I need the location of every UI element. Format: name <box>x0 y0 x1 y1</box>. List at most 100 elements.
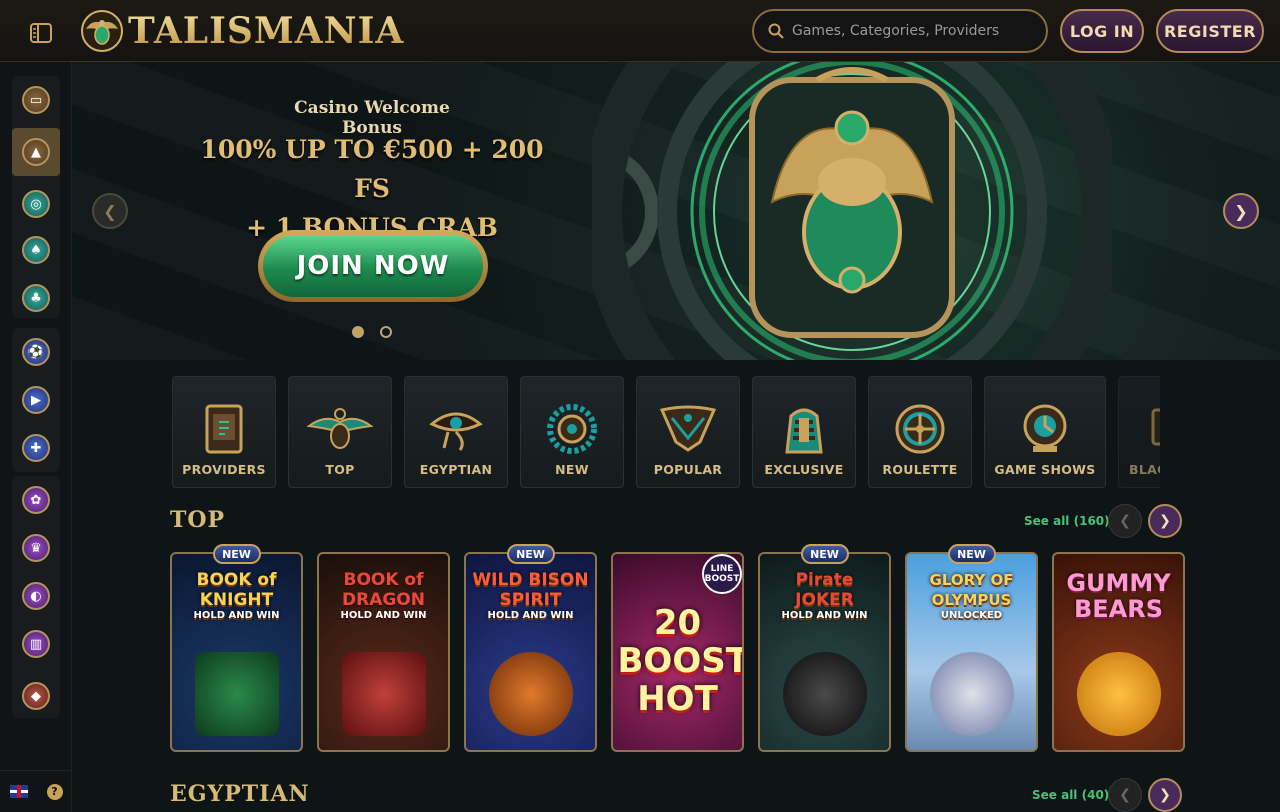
game-title: BOOK of KNIGHT HOLD AND WIN <box>193 570 280 621</box>
treasure-chest-icon: ▭ <box>22 86 50 114</box>
cards-icon <box>1151 408 1160 446</box>
hero-title-line1: 100% UP TO €500 + 200 FS <box>200 135 544 203</box>
pirate-icon <box>782 652 867 736</box>
category-exclusive[interactable]: EXCLUSIVE <box>752 376 856 488</box>
eye-of-horus-icon <box>429 412 483 451</box>
game-card-book-of-dragon[interactable]: BOOK of DRAGON HOLD AND WIN <box>317 552 450 752</box>
top-games-row: NEW BOOK of KNIGHT HOLD AND WIN BOOK of D… <box>170 544 1185 752</box>
game-title: GUMMY BEARS <box>1066 569 1171 623</box>
hero-prev-button[interactable]: ❮ <box>92 193 128 229</box>
horn-icon: ◐ <box>22 582 50 610</box>
register-button[interactable]: REGISTER <box>1156 9 1264 53</box>
section-title-egyptian: EGYPTIAN <box>170 781 310 807</box>
play-icon: ▶ <box>22 386 50 414</box>
uk-flag-icon[interactable] <box>9 785 28 798</box>
sidebar-item-casino[interactable]: ▲ <box>12 128 60 176</box>
game-title: 20 BOOST HOT <box>617 603 744 719</box>
scarab-logo-icon <box>81 10 123 52</box>
chevron-right-icon: ❯ <box>1234 201 1248 221</box>
football-icon: ⚽ <box>22 338 50 366</box>
search-input[interactable] <box>792 23 1032 39</box>
new-badge: NEW <box>212 544 261 564</box>
zeus-icon <box>929 652 1014 736</box>
game-card-book-of-knight[interactable]: BOOK of KNIGHT HOLD AND WIN <box>170 552 303 752</box>
game-card-20-boost-hot[interactable]: LINE BOOST 20 BOOST HOT <box>611 552 744 752</box>
carousel-dot-2[interactable] <box>380 326 392 338</box>
category-new[interactable]: NEW <box>520 376 624 488</box>
hero-banner[interactable]: Casino Welcome Bonus 100% UP TO €500 + 2… <box>72 62 1280 360</box>
see-all-top-link[interactable]: See all (160) <box>1024 514 1110 528</box>
medal-icon: ✿ <box>22 486 50 514</box>
clover-icon: ♣ <box>22 284 50 312</box>
bison-icon <box>488 652 573 736</box>
game-card-glory-of-olympus[interactable]: GLORY OF OLYMPUS UNLOCKED <box>905 552 1038 752</box>
sidebar-item-live-casino[interactable]: ◎ <box>12 180 60 228</box>
game-card-wrapper: LINE BOOST 20 BOOST HOT <box>611 552 744 752</box>
sidebar-item-esports[interactable]: ✚ <box>12 424 60 472</box>
sidebar-footer: ? <box>0 770 72 812</box>
section-title-top: TOP <box>170 507 226 533</box>
search-box[interactable] <box>752 9 1048 53</box>
sidebar-item-sports[interactable]: ⚽ <box>12 328 60 376</box>
sidebar-group-promo: ✿ ♛ ◐ ▥ ◆ <box>12 476 60 718</box>
spade-icon: ♠ <box>22 236 50 264</box>
category-egyptian[interactable]: EGYPTIAN <box>404 376 508 488</box>
game-card-wrapper: GUMMY BEARS <box>1052 552 1185 752</box>
roulette-wheel-icon <box>895 404 945 454</box>
category-blackjack[interactable]: BLACKJACK <box>1118 376 1160 488</box>
help-icon[interactable]: ? <box>46 783 63 800</box>
game-card-wrapper: NEW Pirate JOKER HOLD AND WIN <box>758 544 891 752</box>
game-card-wrapper: BOOK of DRAGON HOLD AND WIN <box>317 552 450 752</box>
top-bar: TALISMANIA LOG IN REGISTER <box>0 0 1280 62</box>
top-prev-button[interactable]: ❮ <box>1108 504 1142 538</box>
sidebar-item-vip[interactable]: ▥ <box>12 620 60 668</box>
sidebar: ▭ ▲ ◎ ♠ ♣ ⚽ ▶ ✚ ✿ ♛ ◐ ▥ ◆ ? <box>0 62 72 812</box>
game-title: GLORY OF OLYMPUS UNLOCKED <box>929 571 1014 621</box>
sidebar-item-rewards[interactable]: ✿ <box>12 476 60 524</box>
hero-next-button[interactable]: ❯ <box>1223 193 1259 229</box>
category-providers[interactable]: PROVIDERS <box>172 376 276 488</box>
see-all-count: (160) <box>1073 514 1110 528</box>
see-all-egyptian-link[interactable]: See all (40) <box>1032 788 1109 802</box>
scarab-medallion-icon <box>592 62 1112 360</box>
trophy-icon: ♛ <box>22 534 50 562</box>
sidebar-item-lucky[interactable]: ♣ <box>12 274 60 322</box>
game-card-gummy-bears[interactable]: GUMMY BEARS <box>1052 552 1185 752</box>
game-card-pirate-joker[interactable]: Pirate JOKER HOLD AND WIN <box>758 552 891 752</box>
carousel-dot-1[interactable] <box>352 326 364 338</box>
see-all-label: See all <box>1032 788 1078 802</box>
category-roulette[interactable]: ROULETTE <box>868 376 972 488</box>
sidebar-item-live-sports[interactable]: ▶ <box>12 376 60 424</box>
scarab-icon <box>306 408 374 449</box>
pyramid-icon: ▲ <box>22 138 50 166</box>
category-popular[interactable]: POPULAR <box>636 376 740 488</box>
chevron-left-icon: ❮ <box>1119 787 1131 803</box>
chevron-left-icon: ❮ <box>103 201 117 221</box>
game-card-wild-bison-spirit[interactable]: WILD BISON SPIRIT HOLD AND WIN <box>464 552 597 752</box>
game-card-wrapper: NEW BOOK of KNIGHT HOLD AND WIN <box>170 544 303 752</box>
roulette-icon: ◎ <box>22 190 50 218</box>
sidebar-item-promotions[interactable]: ◐ <box>12 572 60 620</box>
scroll-icon <box>205 404 243 454</box>
egyptian-next-button[interactable]: ❯ <box>1148 778 1182 812</box>
logo[interactable]: TALISMANIA <box>80 9 404 53</box>
new-badge: NEW <box>800 544 849 564</box>
sidebar-toggle-icon[interactable] <box>24 18 58 48</box>
sidebar-item-tournaments[interactable]: ♛ <box>12 524 60 572</box>
sidebar-item-shop[interactable]: ◆ <box>12 672 60 720</box>
top-next-button[interactable]: ❯ <box>1148 504 1182 538</box>
login-button[interactable]: LOG IN <box>1060 9 1144 53</box>
sidebar-item-table-games[interactable]: ♠ <box>12 226 60 274</box>
category-top[interactable]: TOP <box>288 376 392 488</box>
pharaoh-head-icon <box>785 408 823 454</box>
category-game-shows[interactable]: GAME SHOWS <box>984 376 1106 488</box>
book-icon <box>341 652 426 736</box>
join-now-button[interactable]: JOIN NOW <box>258 230 488 302</box>
wheel-of-fortune-icon <box>1023 404 1067 452</box>
chevron-right-icon: ❯ <box>1159 513 1171 529</box>
sidebar-item-lobby[interactable]: ▭ <box>12 76 60 124</box>
egyptian-prev-button[interactable]: ❮ <box>1108 778 1142 812</box>
game-title: BOOK of DRAGON HOLD AND WIN <box>340 570 427 621</box>
game-card-wrapper: NEW GLORY OF OLYMPUS UNLOCKED <box>905 544 1038 752</box>
new-badge: NEW <box>947 544 996 564</box>
